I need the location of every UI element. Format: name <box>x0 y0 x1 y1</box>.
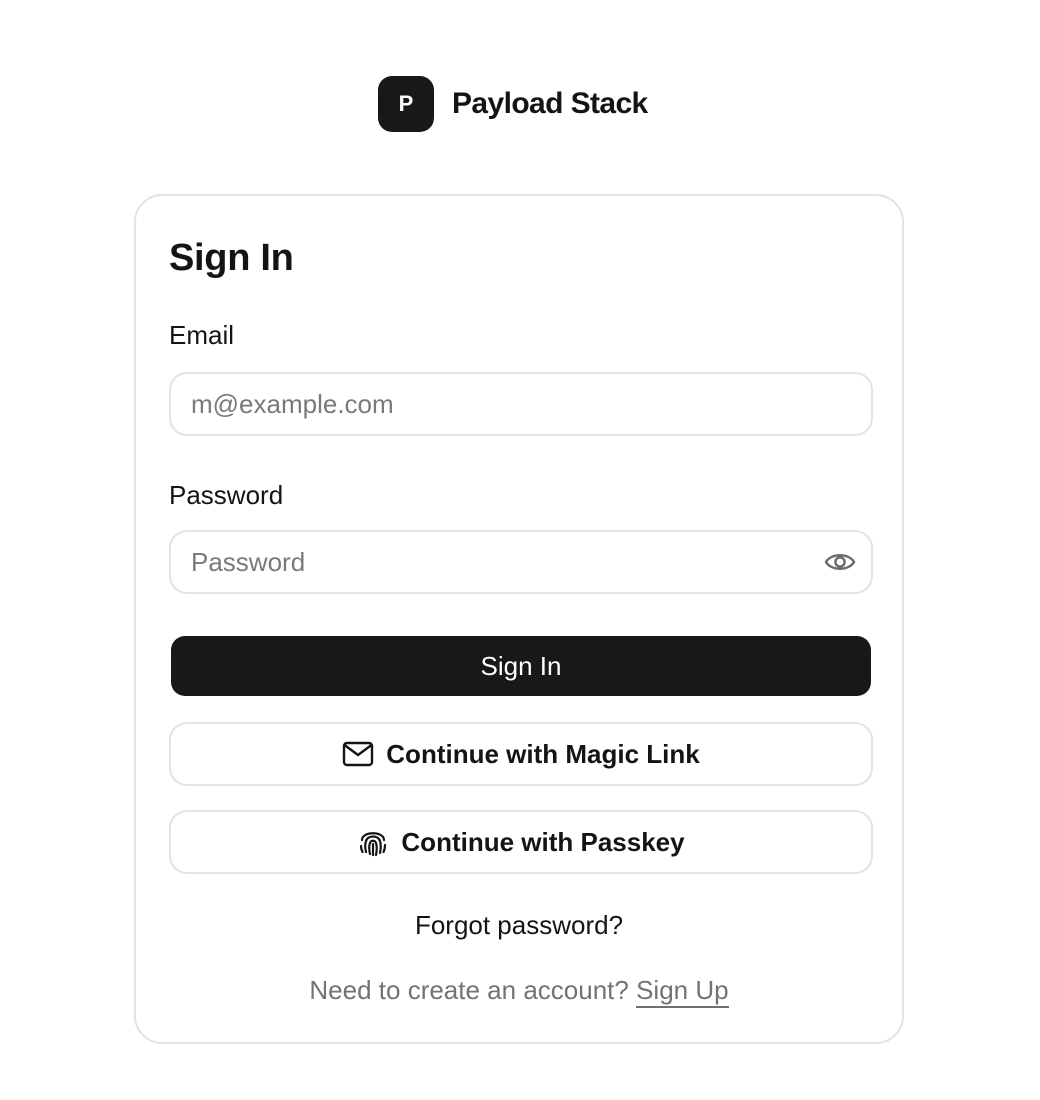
passkey-label: Continue with Passkey <box>401 826 685 857</box>
signup-prompt: Need to create an account? <box>309 975 629 1005</box>
mail-icon <box>342 741 374 767</box>
password-input[interactable] <box>169 530 873 594</box>
sign-in-card: Sign In Email Password Sign In Continue … <box>134 194 904 1044</box>
card-title: Sign In <box>169 237 294 279</box>
brand-header: P Payload Stack <box>378 76 648 132</box>
magic-link-label: Continue with Magic Link <box>386 738 700 769</box>
email-label: Email <box>169 320 235 350</box>
email-input[interactable] <box>169 372 873 436</box>
sign-up-link[interactable]: Sign Up <box>636 975 729 1008</box>
password-label: Password <box>169 480 284 510</box>
signup-row: Need to create an account? Sign Up <box>136 974 902 1008</box>
eye-icon <box>824 554 856 570</box>
brand-logo-letter: P <box>398 91 414 116</box>
sign-in-button[interactable]: Sign In <box>171 636 871 696</box>
magic-link-button[interactable]: Continue with Magic Link <box>169 722 873 786</box>
password-visibility-toggle[interactable] <box>820 546 860 578</box>
brand-logo: P <box>378 76 434 132</box>
brand-name: Payload Stack <box>452 87 648 120</box>
fingerprint-icon <box>357 826 389 858</box>
forgot-password-link[interactable]: Forgot password? <box>136 910 902 940</box>
passkey-button[interactable]: Continue with Passkey <box>169 810 873 874</box>
